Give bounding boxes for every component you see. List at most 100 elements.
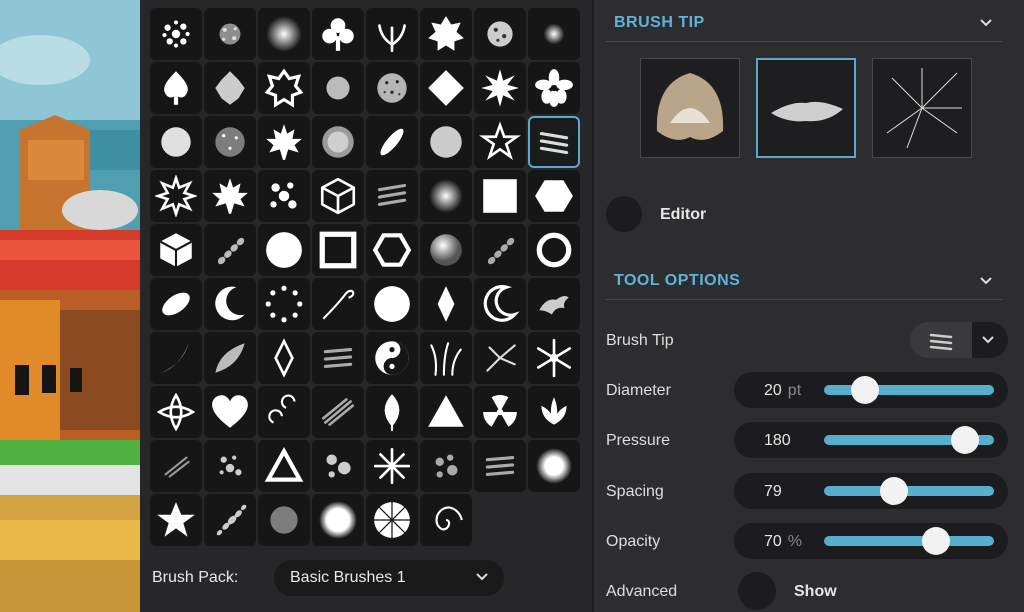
brush-dotted-round[interactable] — [312, 62, 364, 114]
brush-crescent-thin[interactable] — [150, 332, 202, 384]
tip-shell-texture[interactable] — [640, 58, 740, 158]
brush-hexagon[interactable] — [528, 170, 580, 222]
brush-flower[interactable] — [528, 62, 580, 114]
spacing-track[interactable] — [824, 477, 994, 505]
brush-soft-glow-2[interactable] — [528, 440, 580, 492]
diameter-track[interactable] — [824, 376, 994, 404]
brush-hard-round[interactable] — [258, 224, 310, 276]
brush-triangle[interactable] — [420, 386, 472, 438]
brush-beads[interactable] — [204, 494, 256, 546]
painting-canvas[interactable] — [0, 0, 140, 612]
brush-leaf[interactable] — [366, 386, 418, 438]
brush-radial-lines[interactable] — [366, 494, 418, 546]
brush-tip-select[interactable] — [910, 322, 1008, 358]
brush-sponge[interactable] — [420, 440, 472, 492]
brush-chain[interactable] — [204, 224, 256, 276]
brush-diamond-outline[interactable] — [258, 332, 310, 384]
brush-swirl-line[interactable] — [312, 278, 364, 330]
brush-stipple[interactable] — [150, 440, 202, 492]
brush-spade[interactable] — [150, 62, 202, 114]
brush-soft-round[interactable] — [258, 8, 310, 60]
brush-sponge-round[interactable] — [312, 116, 364, 168]
brush-noise-ball[interactable] — [474, 8, 526, 60]
brush-maple-leaf[interactable] — [258, 116, 310, 168]
brush-cube-solid[interactable] — [150, 224, 202, 276]
brush-feather[interactable] — [204, 332, 256, 384]
brush-swirls[interactable] — [258, 386, 310, 438]
brush-snowflake[interactable] — [528, 332, 580, 384]
brush-speckle-round[interactable] — [366, 62, 418, 114]
pressure-thumb[interactable] — [951, 426, 980, 454]
brush-diamond-tall[interactable] — [420, 278, 472, 330]
brush-hexagon-outline[interactable] — [366, 224, 418, 276]
brush-hatch[interactable] — [366, 170, 418, 222]
opacity-track[interactable] — [824, 527, 994, 555]
brush-hatch-3[interactable] — [474, 440, 526, 492]
brush-burst[interactable] — [474, 62, 526, 114]
advanced-show-label[interactable]: Show — [794, 583, 837, 601]
brush-asterisk[interactable] — [366, 440, 418, 492]
brush-crescent-outline[interactable] — [474, 278, 526, 330]
brush-soft-round-2[interactable] — [312, 494, 364, 546]
brush-ornament[interactable] — [150, 386, 202, 438]
pressure-slider[interactable]: 180 — [734, 422, 1008, 458]
brush-grass[interactable] — [366, 8, 418, 60]
brush-splatter[interactable] — [150, 8, 202, 60]
brush-lotus[interactable] — [528, 386, 580, 438]
opacity-slider[interactable]: 70% — [734, 523, 1008, 559]
pressure-track[interactable] — [824, 426, 994, 454]
brush-yin-yang[interactable] — [366, 332, 418, 384]
brush-hatch-2[interactable] — [312, 332, 364, 384]
brush-chain-2[interactable] — [474, 224, 526, 276]
diameter-thumb[interactable] — [850, 376, 879, 404]
tool-options-header[interactable]: TOOL OPTIONS — [606, 260, 1002, 300]
brush-leaf-texture[interactable] — [204, 62, 256, 114]
brush-star[interactable] — [150, 494, 202, 546]
brush-star-outline-8[interactable] — [258, 62, 310, 114]
brush-crescent[interactable] — [204, 278, 256, 330]
brush-square-outline[interactable] — [312, 224, 364, 276]
brush-soft-dot[interactable] — [528, 8, 580, 60]
brush-star-outline[interactable] — [474, 116, 526, 168]
brush-splatter-3[interactable] — [204, 440, 256, 492]
brush-star-sharp[interactable] — [150, 170, 202, 222]
brush-pack-select[interactable]: Basic Brushes 1 — [274, 560, 504, 596]
brush-grass-2[interactable] — [420, 332, 472, 384]
brush-diamond[interactable] — [420, 62, 472, 114]
brush-cube-outline[interactable] — [312, 170, 364, 222]
brush-ring[interactable] — [528, 224, 580, 276]
spacing-thumb[interactable] — [879, 477, 908, 505]
opacity-thumb[interactable] — [922, 527, 951, 555]
brush-ellipse-stroke[interactable] — [366, 116, 418, 168]
brush-hard-round-2[interactable] — [366, 278, 418, 330]
brush-spiral[interactable] — [420, 494, 472, 546]
brush-bubbles[interactable] — [312, 440, 364, 492]
brush-dry-strokes[interactable] — [312, 386, 364, 438]
brush-star-8[interactable] — [420, 8, 472, 60]
brush-triangle-outline[interactable] — [258, 440, 310, 492]
brush-spark[interactable] — [474, 332, 526, 384]
brush-heart[interactable] — [204, 386, 256, 438]
brush-grain[interactable] — [258, 494, 310, 546]
brush-club[interactable] — [312, 8, 364, 60]
brush-tip-header[interactable]: BRUSH TIP — [606, 2, 1002, 42]
tip-spark-texture[interactable] — [872, 58, 972, 158]
spacing-slider[interactable]: 79 — [734, 473, 1008, 509]
brush-grain-round[interactable] — [420, 116, 472, 168]
editor-button[interactable] — [606, 196, 642, 232]
brush-radiation[interactable] — [474, 386, 526, 438]
brush-maple-leaf-2[interactable] — [204, 170, 256, 222]
brush-chalk-selected[interactable] — [528, 116, 580, 168]
brush-round-texture[interactable] — [150, 116, 202, 168]
tip-leaf-texture[interactable] — [756, 58, 856, 158]
brush-soft-glow[interactable] — [420, 170, 472, 222]
diameter-slider[interactable]: 20 pt — [734, 372, 1008, 408]
brush-dot-ring[interactable] — [258, 278, 310, 330]
brush-noise-round[interactable] — [204, 8, 256, 60]
brush-dragon[interactable] — [528, 278, 580, 330]
brush-ellipse-tilted[interactable] — [150, 278, 202, 330]
brush-sphere[interactable] — [420, 224, 472, 276]
brush-square[interactable] — [474, 170, 526, 222]
brush-speckle-dark[interactable] — [204, 116, 256, 168]
advanced-toggle[interactable] — [738, 572, 776, 610]
